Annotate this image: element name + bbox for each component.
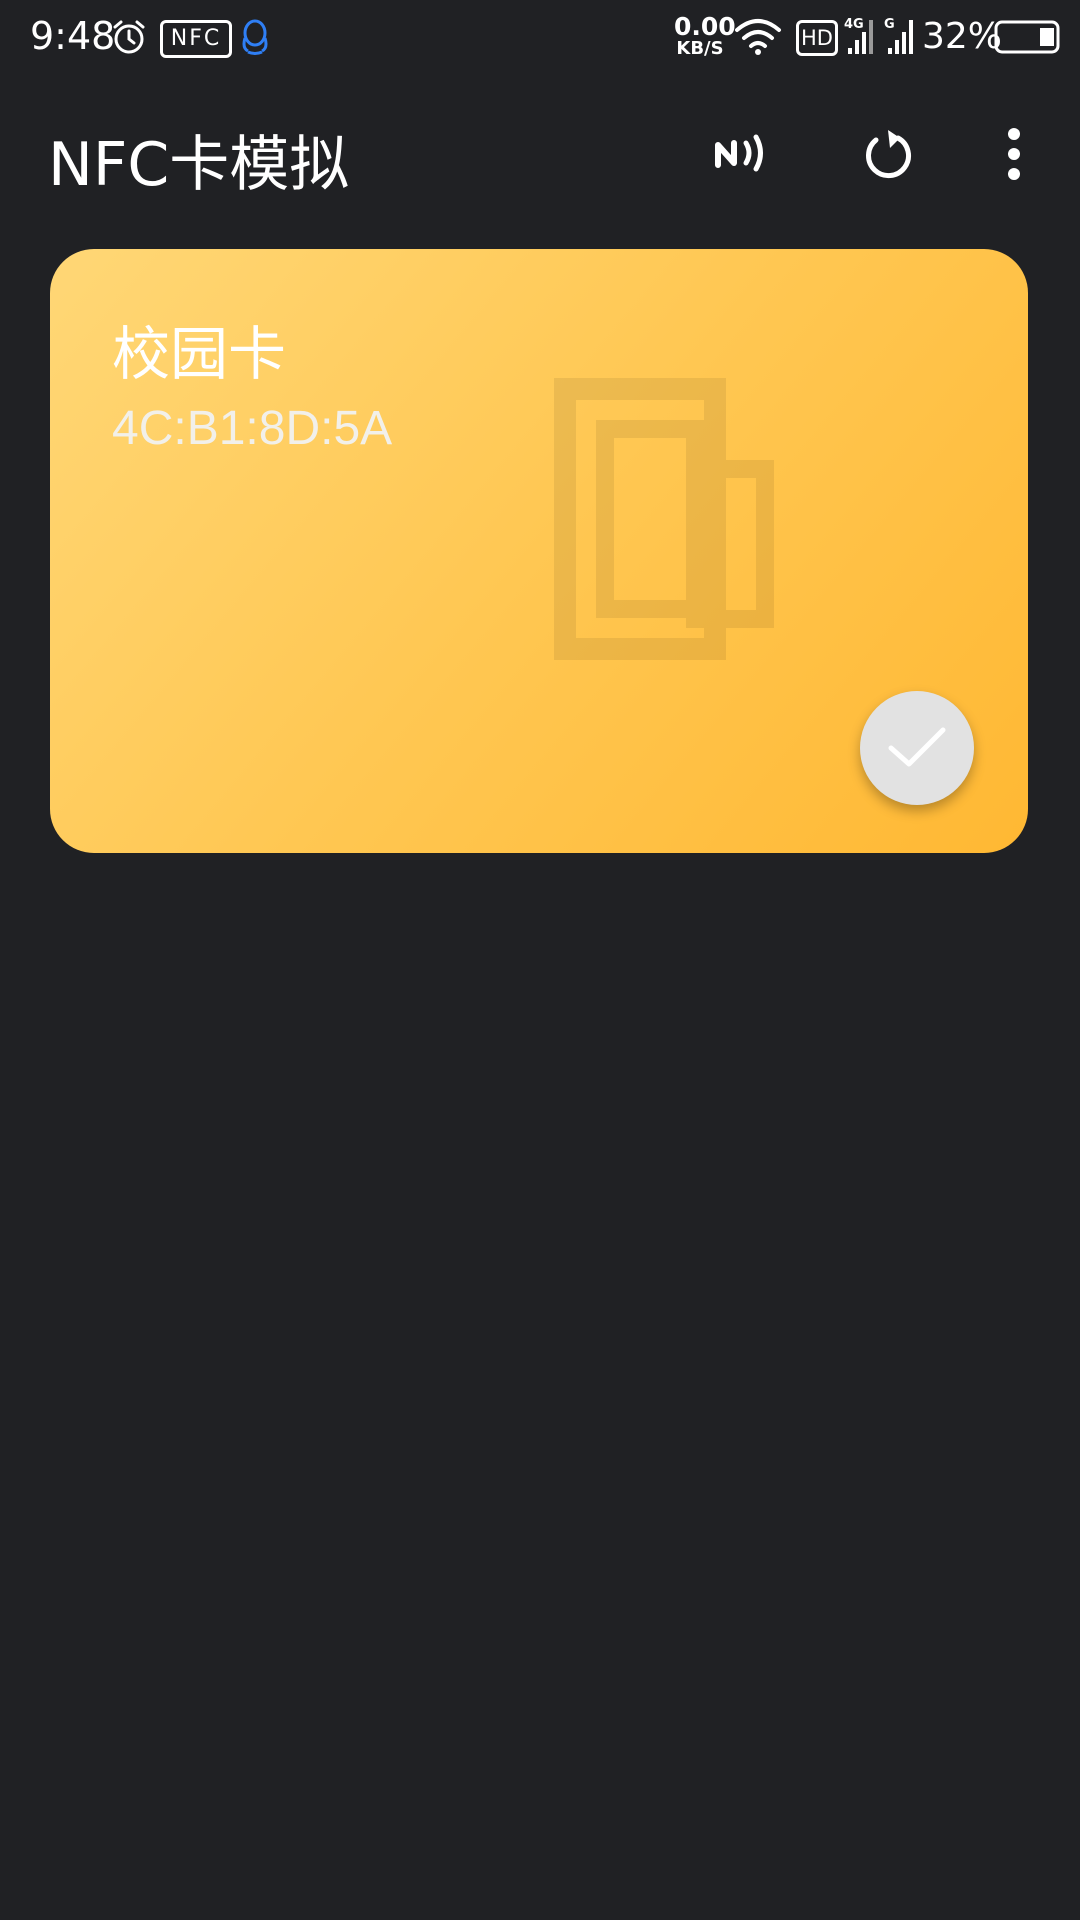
nfc-button[interactable] — [704, 114, 784, 194]
network-speed: 0.00 KB/S — [674, 12, 736, 60]
signal-icon: 4G — [844, 16, 880, 60]
battery-icon — [994, 20, 1064, 58]
more-options-button[interactable] — [974, 114, 1054, 194]
page-title: NFC卡模拟 — [48, 130, 350, 200]
app-bar: NFC卡模拟 — [0, 76, 1080, 236]
network-speed-value: 0.00 — [674, 12, 736, 41]
battery-percent: 32% — [922, 16, 1003, 57]
sim1-network-label: 4G — [844, 17, 864, 32]
signal-icon: G — [884, 16, 920, 60]
nfc-icon — [715, 134, 763, 172]
sim2-network-label: G — [884, 17, 895, 32]
select-card-button[interactable] — [860, 691, 974, 805]
nfc-status-badge: NFC — [160, 20, 232, 58]
wifi-icon — [734, 18, 782, 60]
qq-icon — [240, 18, 270, 60]
battery-fill — [1040, 28, 1054, 46]
refresh-button[interactable] — [848, 114, 928, 194]
alarm-icon — [110, 18, 148, 60]
status-time: 9:48 — [30, 14, 116, 58]
card-watermark-icon — [505, 369, 805, 693]
card-name: 校园卡 — [112, 320, 287, 388]
network-speed-unit: KB/S — [676, 38, 724, 59]
card-uid: 4C:B1:8D:5A — [112, 402, 393, 455]
check-icon — [888, 727, 946, 767]
more-vert-icon — [1008, 128, 1020, 180]
hd-voice-badge: HD — [796, 20, 838, 56]
card-item[interactable]: 校园卡 4C:B1:8D:5A — [50, 249, 1028, 853]
refresh-icon — [866, 130, 911, 179]
status-bar: 9:48 NFC 0.00 KB/S HD 4G G 32% — [0, 0, 1080, 76]
